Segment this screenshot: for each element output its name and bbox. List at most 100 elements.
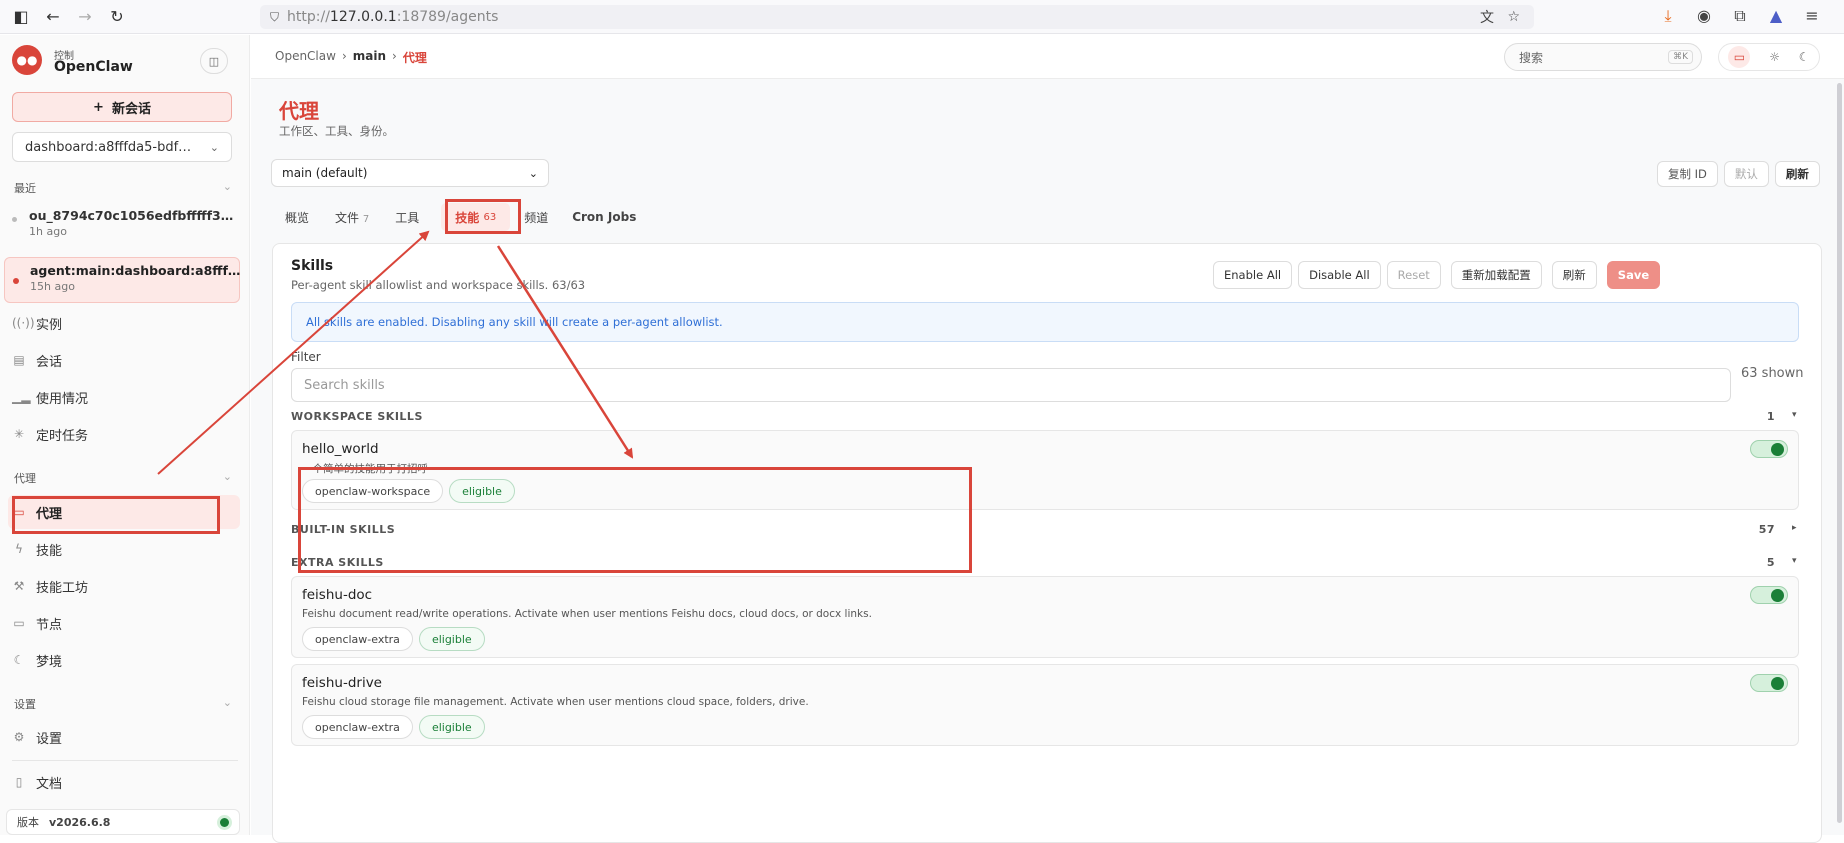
recent-session-item[interactable]: ou_8794c70c1056edfbfffff3… 1h ago <box>12 205 240 247</box>
gear-icon: ⚙ <box>13 730 25 744</box>
monitor-icon[interactable]: ▭ <box>1728 46 1751 68</box>
enable-all-label: Enable All <box>1224 268 1282 282</box>
skill-description: Feishu cloud storage file management. Ac… <box>302 696 809 708</box>
download-icon[interactable]: ⤓ <box>1650 6 1686 26</box>
book-icon: ▯ <box>15 775 23 789</box>
tab-channels[interactable]: 频道 <box>510 209 562 226</box>
sidebar-item-label: 会话 <box>36 354 63 370</box>
tab-skills[interactable]: 技能 63 <box>441 203 511 231</box>
extension-app-icon[interactable]: ▲ <box>1758 6 1794 26</box>
save-label: Save <box>1617 268 1650 282</box>
scrollbar[interactable] <box>1837 83 1842 823</box>
sidebar-item-instances[interactable]: ((·)) 实例 <box>12 307 240 339</box>
sidebar-item-skill-workshop[interactable]: ⚒ 技能工坊 <box>12 570 240 602</box>
loader-icon: ✳ <box>13 427 25 441</box>
dot-icon <box>12 217 17 222</box>
sidebar: ●● 控制 OpenClaw ◫ + 新会话 dashboard:a8fffda5… <box>0 35 250 835</box>
new-session-button[interactable]: + 新会话 <box>12 92 232 122</box>
reload-icon[interactable]: ↻ <box>106 6 128 28</box>
sidebar-item-agents[interactable]: ▭ 代理 <box>12 496 240 528</box>
forward-icon[interactable]: → <box>74 6 96 28</box>
moon-icon[interactable]: ☾ <box>1799 50 1810 64</box>
refresh-skills-button[interactable]: 刷新 <box>1551 261 1597 289</box>
reset-button[interactable]: Reset <box>1386 261 1441 289</box>
divider <box>12 760 238 761</box>
group-count: 57 <box>1758 523 1775 536</box>
agent-select-value: main (default) <box>282 166 368 180</box>
skill-source-tag: openclaw-extra <box>302 715 413 739</box>
skill-name: feishu-doc <box>302 587 373 603</box>
sidebar-item-cron[interactable]: ✳ 定时任务 <box>12 418 240 450</box>
skill-toggle[interactable] <box>1750 586 1788 604</box>
url-host: 127.0.0.1 <box>329 9 397 25</box>
sidebar-item-nodes[interactable]: ▭ 节点 <box>12 607 240 639</box>
sidebar-item-usage[interactable]: ▁▂ 使用情况 <box>12 381 240 413</box>
copy-id-button[interactable]: 复制 ID <box>1657 161 1718 187</box>
tab-count: 63 <box>483 211 497 223</box>
new-session-label: 新会话 <box>111 101 151 117</box>
document-icon: ▤ <box>13 353 25 367</box>
tab-cron-jobs[interactable]: Cron Jobs <box>562 210 646 224</box>
skills-notice: All skills are enabled. Disabling any sk… <box>291 302 1799 342</box>
translate-icon[interactable]: 文 <box>1480 7 1494 27</box>
tab-tools[interactable]: 工具 <box>385 209 429 226</box>
caret-right-icon: ▸ <box>1791 523 1797 533</box>
skill-tags: openclaw-extra eligible <box>302 627 485 651</box>
breadcrumb-main[interactable]: main <box>353 49 386 66</box>
recent-section-header[interactable]: 最近 ⌄ <box>14 180 232 196</box>
refresh-button[interactable]: 刷新 <box>1774 161 1820 187</box>
extra-skills-header[interactable]: EXTRA SKILLS 5 ▾ <box>291 556 1799 574</box>
star-icon[interactable]: ☆ <box>1507 9 1520 25</box>
skill-status-tag: eligible <box>418 627 485 651</box>
builtin-skills-header[interactable]: BUILT-IN SKILLS 57 ▸ <box>291 523 1799 541</box>
skills-actions: Enable All Disable All Reset 重新加载配置 刷新 S… <box>1213 261 1661 289</box>
reset-label: Reset <box>1397 268 1430 282</box>
collapse-sidebar-button[interactable]: ◫ <box>200 48 228 74</box>
disable-all-button[interactable]: Disable All <box>1298 261 1381 289</box>
version-label: 版本 <box>17 816 39 829</box>
skills-search-input[interactable]: Search skills <box>291 368 1731 402</box>
group-count: 5 <box>1766 556 1775 569</box>
page-actions: 复制 ID 默认 刷新 <box>1657 161 1820 187</box>
session-select[interactable]: dashboard:a8fffda5-bdf… ⌄ <box>12 132 232 162</box>
sidebar-item-settings[interactable]: ⚙ 设置 <box>12 721 240 753</box>
tab-count: 7 <box>362 213 370 225</box>
menu-icon[interactable]: ≡ <box>1794 6 1830 26</box>
tab-files[interactable]: 文件 7 <box>319 209 385 226</box>
sidebar-item-sessions[interactable]: ▤ 会话 <box>12 344 240 376</box>
recent-session-time: 1h ago <box>29 225 67 238</box>
settings-section-label: 设置 <box>14 698 36 711</box>
settings-section-header[interactable]: 设置 ⌄ <box>14 696 232 712</box>
default-button[interactable]: 默认 <box>1723 161 1769 187</box>
reload-config-button[interactable]: 重新加载配置 <box>1450 261 1542 289</box>
theme-switcher: ▭ ☼ ☾ <box>1718 43 1820 71</box>
tab-overview[interactable]: 概览 <box>275 209 319 226</box>
page-subtitle: 工作区、工具、身份。 <box>279 124 394 138</box>
enable-all-button[interactable]: Enable All <box>1213 261 1293 289</box>
breadcrumb-root[interactable]: OpenClaw <box>275 49 336 66</box>
save-button[interactable]: Save <box>1606 261 1661 289</box>
skill-status-tag: eligible <box>449 479 515 503</box>
sidebar-item-dreams[interactable]: ☾ 梦境 <box>12 644 240 676</box>
url-rest: :18789/agents <box>396 9 499 25</box>
wrench-icon: ⚒ <box>13 579 25 593</box>
workspace-skills-header[interactable]: WORKSPACE SKILLS 1 ▾ <box>291 410 1799 428</box>
skill-toggle[interactable] <box>1750 674 1788 692</box>
sun-icon[interactable]: ☼ <box>1769 50 1780 64</box>
skill-toggle[interactable] <box>1750 440 1788 458</box>
chevron-down-icon: ⌄ <box>209 140 219 154</box>
extensions-icon[interactable]: ⧉ <box>1722 6 1758 26</box>
caret-down-icon: ▾ <box>1791 410 1797 420</box>
address-bar[interactable]: ⛉ http://127.0.0.1:18789/agents 文 ☆ <box>260 5 1534 29</box>
agent-select[interactable]: main (default) ⌄ <box>271 159 549 187</box>
account-icon[interactable]: ◉ <box>1686 6 1722 26</box>
agent-section-header[interactable]: 代理 ⌄ <box>14 470 232 486</box>
sidebar-item-label: 节点 <box>36 617 63 633</box>
search-box[interactable]: 搜索 ⌘K <box>1504 43 1702 71</box>
main-content: OpenClaw › main › 代理 搜索 ⌘K ▭ ☼ ☾ 代理 工作区、… <box>251 35 1844 843</box>
sidebar-toggle-icon[interactable]: ◧ <box>10 6 32 28</box>
recent-session-item-active[interactable]: agent:main:dashboard:a8fff… 15h ago <box>4 257 240 303</box>
sidebar-item-docs[interactable]: ▯ 文档 <box>12 766 240 798</box>
sidebar-item-skills[interactable]: ϟ 技能 <box>12 533 240 565</box>
back-icon[interactable]: ← <box>42 6 64 28</box>
